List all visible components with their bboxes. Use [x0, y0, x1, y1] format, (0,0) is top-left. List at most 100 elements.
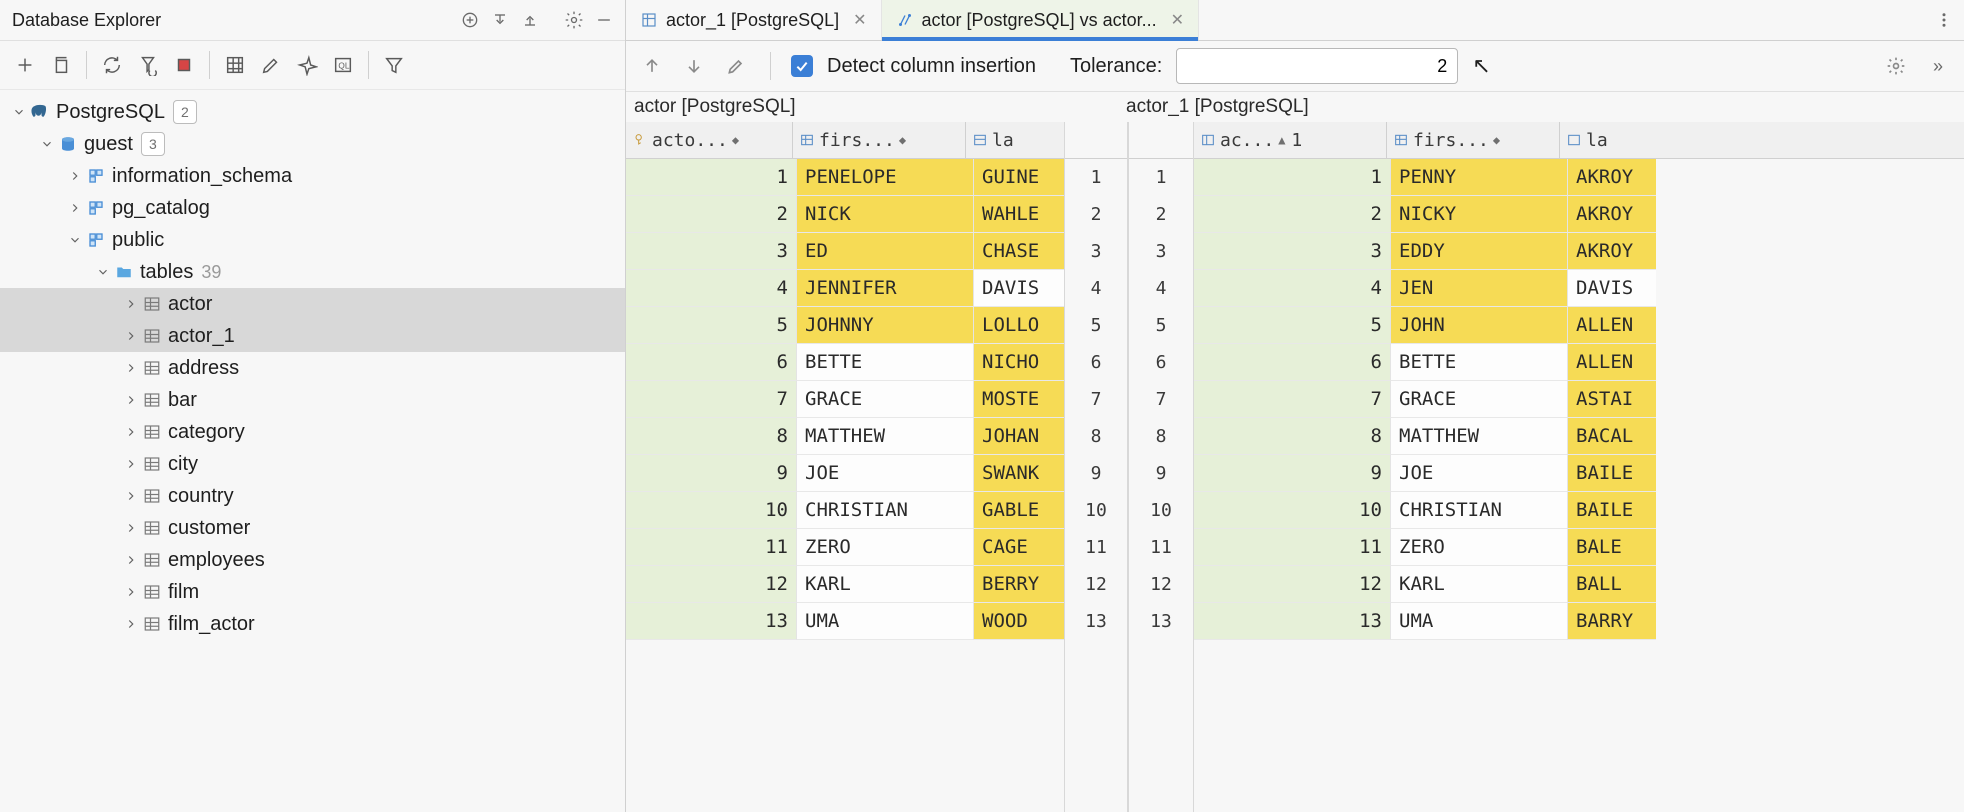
more-icon[interactable]	[1924, 11, 1964, 29]
gear-icon[interactable]	[1882, 52, 1910, 80]
table-row[interactable]: 8MATTHEWBACAL	[1194, 418, 1964, 455]
chevron-icon[interactable]	[122, 583, 140, 601]
cell-id[interactable]: 6	[1194, 344, 1391, 381]
cell-first-name[interactable]: NICK	[797, 196, 974, 233]
console-icon[interactable]: QL	[326, 48, 360, 82]
edit-icon[interactable]	[254, 48, 288, 82]
tree-item[interactable]: tables39	[0, 256, 625, 288]
cell-last-name[interactable]: BACAL	[1568, 418, 1656, 455]
new-icon[interactable]	[8, 48, 42, 82]
cell-id[interactable]: 13	[1194, 603, 1391, 640]
arrow-up-icon[interactable]	[638, 52, 666, 80]
cell-last-name[interactable]: BALL	[1568, 566, 1656, 603]
cell-id[interactable]: 5	[1194, 307, 1391, 344]
col-first-name[interactable]: firs...◆	[1387, 122, 1560, 158]
col-actor-id[interactable]: ac...▲1	[1194, 122, 1387, 158]
cell-last-name[interactable]: WAHLE	[974, 196, 1064, 233]
cell-first-name[interactable]: GRACE	[1391, 381, 1568, 418]
tree-item[interactable]: city	[0, 448, 625, 480]
cell-id[interactable]: 8	[626, 418, 797, 455]
collapse-icon[interactable]	[515, 5, 545, 35]
close-icon[interactable]: ✕	[1171, 10, 1184, 30]
tree-item[interactable]: employees	[0, 544, 625, 576]
cell-first-name[interactable]: CHRISTIAN	[797, 492, 974, 529]
chevron-icon[interactable]	[10, 103, 28, 121]
edit-diff-icon[interactable]	[722, 52, 750, 80]
cell-first-name[interactable]: JENNIFER	[797, 270, 974, 307]
more-icon[interactable]: »	[1924, 52, 1952, 80]
table-row[interactable]: 13UMAWOOD	[626, 603, 1064, 640]
cell-first-name[interactable]: MATTHEW	[797, 418, 974, 455]
tab-diff[interactable]: actor [PostgreSQL] vs actor... ✕	[882, 0, 1200, 40]
chevron-icon[interactable]	[66, 199, 84, 217]
cell-last-name[interactable]: ASTAI	[1568, 381, 1656, 418]
tree-item[interactable]: address	[0, 352, 625, 384]
table-row[interactable]: 3EDCHASE	[626, 233, 1064, 270]
tree-item[interactable]: bar	[0, 384, 625, 416]
tree-item[interactable]: actor_1	[0, 320, 625, 352]
cell-first-name[interactable]: ZERO	[1391, 529, 1568, 566]
cell-id[interactable]: 10	[626, 492, 797, 529]
cell-id[interactable]: 4	[626, 270, 797, 307]
cell-id[interactable]: 9	[1194, 455, 1391, 492]
table-row[interactable]: 12KARLBERRY	[626, 566, 1064, 603]
table-row[interactable]: 2NICKWAHLE	[626, 196, 1064, 233]
cell-last-name[interactable]: BARRY	[1568, 603, 1656, 640]
cell-first-name[interactable]: UMA	[1391, 603, 1568, 640]
cell-first-name[interactable]: ED	[797, 233, 974, 270]
col-last-name[interactable]: la	[1560, 122, 1644, 158]
table-row[interactable]: 7GRACEMOSTE	[626, 381, 1064, 418]
cell-id[interactable]: 3	[626, 233, 797, 270]
cell-last-name[interactable]: ALLEN	[1568, 344, 1656, 381]
tree-item[interactable]: guest3	[0, 128, 625, 160]
chevron-icon[interactable]	[66, 231, 84, 249]
table-row[interactable]: 9JOESWANK	[626, 455, 1064, 492]
cell-first-name[interactable]: EDDY	[1391, 233, 1568, 270]
minimize-icon[interactable]	[589, 5, 619, 35]
detect-checkbox[interactable]	[791, 55, 813, 77]
cell-id[interactable]: 2	[1194, 196, 1391, 233]
cell-id[interactable]: 3	[1194, 233, 1391, 270]
cell-last-name[interactable]: MOSTE	[974, 381, 1064, 418]
cell-first-name[interactable]: KARL	[1391, 566, 1568, 603]
refresh-icon[interactable]	[95, 48, 129, 82]
chevron-icon[interactable]	[122, 423, 140, 441]
tree-item[interactable]: PostgreSQL2	[0, 96, 625, 128]
cell-first-name[interactable]: CHRISTIAN	[1391, 492, 1568, 529]
table-row[interactable]: 8MATTHEWJOHAN	[626, 418, 1064, 455]
stop-icon[interactable]	[167, 48, 201, 82]
cell-first-name[interactable]: MATTHEW	[1391, 418, 1568, 455]
tree-item[interactable]: pg_catalog	[0, 192, 625, 224]
cell-last-name[interactable]: ALLEN	[1568, 307, 1656, 344]
col-last-name[interactable]: la	[966, 122, 1052, 158]
cell-id[interactable]: 8	[1194, 418, 1391, 455]
chevron-icon[interactable]	[66, 167, 84, 185]
chevron-icon[interactable]	[122, 519, 140, 537]
cell-last-name[interactable]: BAILE	[1568, 455, 1656, 492]
table-row[interactable]: 1PENNYAKROY	[1194, 159, 1964, 196]
cell-first-name[interactable]: GRACE	[797, 381, 974, 418]
cell-id[interactable]: 12	[1194, 566, 1391, 603]
table-row[interactable]: 3EDDYAKROY	[1194, 233, 1964, 270]
cell-id[interactable]: 7	[1194, 381, 1391, 418]
grid-icon[interactable]	[218, 48, 252, 82]
col-actor-id[interactable]: acto...◆	[626, 122, 793, 158]
cell-last-name[interactable]: AKROY	[1568, 196, 1656, 233]
table-row[interactable]: 2NICKYAKROY	[1194, 196, 1964, 233]
cell-first-name[interactable]: UMA	[797, 603, 974, 640]
cell-id[interactable]: 11	[1194, 529, 1391, 566]
cell-last-name[interactable]: BALE	[1568, 529, 1656, 566]
cell-id[interactable]: 1	[626, 159, 797, 196]
cell-id[interactable]: 5	[626, 307, 797, 344]
cell-last-name[interactable]: AKROY	[1568, 233, 1656, 270]
cell-last-name[interactable]: JOHAN	[974, 418, 1064, 455]
cell-last-name[interactable]: AKROY	[1568, 159, 1656, 196]
chevron-icon[interactable]	[122, 455, 140, 473]
cell-last-name[interactable]: LOLLO	[974, 307, 1064, 344]
cell-last-name[interactable]: GUINE	[974, 159, 1064, 196]
arrow-down-icon[interactable]	[680, 52, 708, 80]
tree-item[interactable]: public	[0, 224, 625, 256]
tree-item[interactable]: film	[0, 576, 625, 608]
tree-item[interactable]: country	[0, 480, 625, 512]
gear-icon[interactable]	[559, 5, 589, 35]
